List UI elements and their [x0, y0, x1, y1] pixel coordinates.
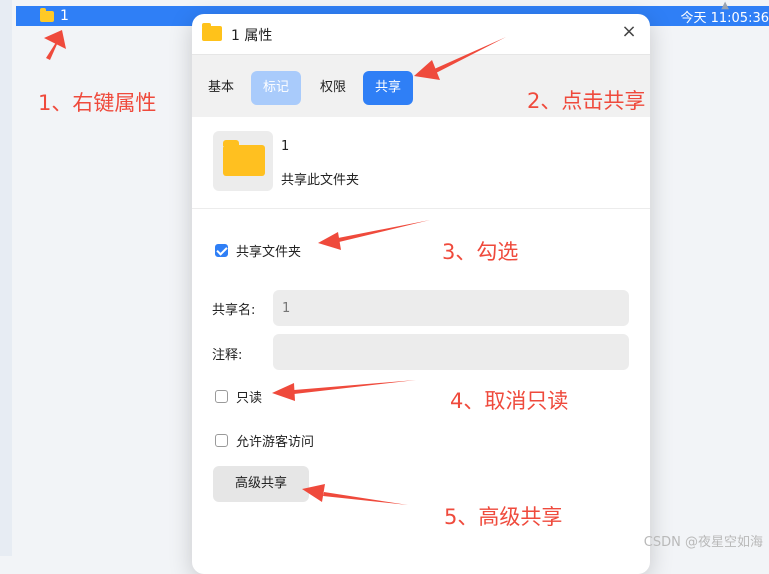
comment-input[interactable] [273, 334, 629, 370]
tab-basic[interactable]: 基本 [196, 71, 246, 105]
dialog-titlebar: 1 属性 × [192, 14, 650, 54]
dialog-title: 1 属性 [231, 28, 273, 44]
tab-share[interactable]: 共享 [363, 71, 414, 105]
readonly-checkbox[interactable] [215, 389, 228, 403]
share-folder-option[interactable]: 共享文件夹 [215, 241, 302, 260]
share-folder-checkbox[interactable] [215, 243, 228, 257]
share-name-label: 共享名: [212, 303, 256, 318]
watermark: CSDN @夜星空如海 [643, 535, 763, 550]
file-name: 1 [60, 8, 69, 24]
folder-icon [40, 7, 54, 22]
modified-time: 今天 11:05:36 [680, 11, 769, 26]
left-edge [0, 0, 12, 556]
folder-description: 共享此文件夹 [281, 173, 360, 188]
folder-icon [202, 23, 222, 41]
arrow-1 [46, 33, 62, 60]
annotation-step-3: 3、勾选 [442, 240, 519, 264]
advanced-share-button[interactable]: 高级共享 [213, 466, 309, 502]
annotation-step-5: 5、高级共享 [444, 505, 563, 529]
readonly-option[interactable]: 只读 [215, 387, 263, 406]
folder-name: 1 [281, 139, 290, 154]
annotation-step-4: 4、取消只读 [450, 389, 569, 413]
arrow-1-head [44, 30, 66, 49]
annotation-step-2: 2、点击共享 [527, 89, 646, 113]
close-icon[interactable]: × [620, 23, 638, 41]
guest-access-label: 允许游客访问 [236, 434, 315, 450]
guest-access-checkbox[interactable] [215, 433, 228, 447]
share-folder-label: 共享文件夹 [236, 244, 302, 260]
folder-icon [223, 140, 265, 176]
share-name-input[interactable] [273, 290, 629, 326]
folder-preview [213, 131, 273, 191]
folder-info: 1 共享此文件夹 [192, 116, 650, 209]
tab-permissions[interactable]: 权限 [308, 71, 358, 105]
comment-label: 注释: [212, 348, 243, 363]
annotation-step-1: 1、右键属性 [38, 91, 157, 115]
readonly-label: 只读 [236, 390, 263, 406]
tab-tags[interactable]: 标记 [251, 71, 302, 105]
guest-access-option[interactable]: 允许游客访问 [215, 431, 315, 450]
